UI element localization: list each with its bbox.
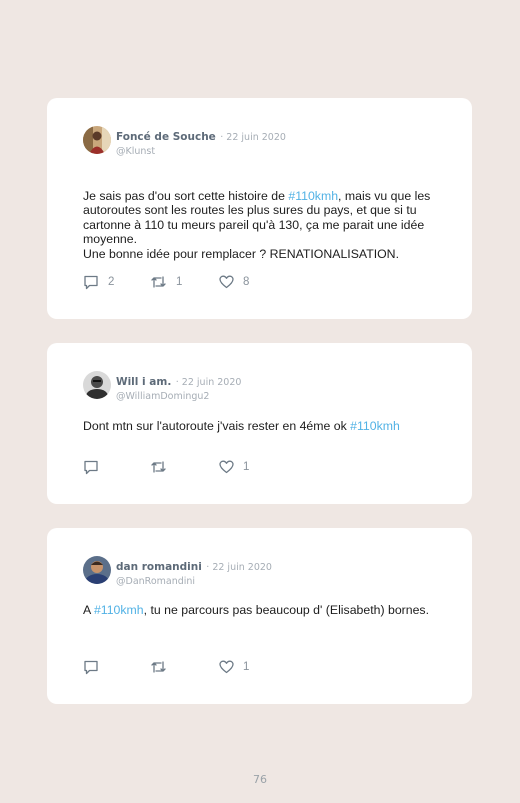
reply-button[interactable]: [83, 459, 108, 475]
tweet-text: A #110kmh, tu ne parcours pas beaucoup d…: [83, 603, 436, 618]
retweet-icon: [151, 461, 166, 473]
author-name[interactable]: Will i am.: [116, 376, 171, 388]
heart-icon: [219, 460, 234, 474]
hashtag-link[interactable]: #110kmh: [94, 603, 144, 617]
page-number: 76: [253, 773, 267, 786]
tweet-date[interactable]: · 22 juin 2020: [220, 132, 286, 143]
text-segment: A: [83, 603, 94, 617]
like-count: 1: [243, 661, 250, 673]
author-name[interactable]: Foncé de Souche: [116, 131, 216, 143]
tweet-date[interactable]: · 22 juin 2020: [206, 562, 272, 573]
text-segment: , tu ne parcours pas beaucoup d' (Elisab…: [143, 603, 429, 617]
like-button[interactable]: 1: [219, 659, 249, 675]
retweet-button[interactable]: [150, 459, 176, 475]
author-handle[interactable]: @WilliamDomingu2: [116, 391, 241, 402]
tweet-card: Will i am. · 22 juin 2020 @WilliamDoming…: [47, 343, 472, 504]
tweet-text: Je sais pas d'ou sort cette histoire de …: [83, 174, 436, 261]
reply-button[interactable]: 2: [83, 274, 114, 290]
tweet-card: dan romandini · 22 juin 2020 @DanRomandi…: [47, 528, 472, 704]
retweet-button[interactable]: 1: [150, 274, 182, 290]
author-handle[interactable]: @DanRomandini: [116, 576, 272, 587]
like-count: 1: [243, 461, 250, 473]
hashtag-link[interactable]: #110kmh: [288, 189, 338, 203]
retweet-icon: [151, 276, 166, 288]
author-name[interactable]: dan romandini: [116, 561, 202, 573]
like-button[interactable]: 1: [219, 459, 249, 475]
text-segment: Je sais pas d'ou sort cette histoire de: [83, 188, 289, 203]
reply-button[interactable]: [83, 659, 108, 675]
like-count: 8: [243, 276, 250, 288]
hashtag-link[interactable]: #110kmh: [350, 419, 400, 433]
avatar[interactable]: [83, 371, 111, 399]
author-handle[interactable]: @Klunst: [116, 146, 286, 157]
heart-icon: [219, 275, 234, 289]
avatar[interactable]: [83, 556, 111, 584]
retweet-count: 1: [176, 276, 183, 288]
tweet-card: Foncé de Souche · 22 juin 2020 @Klunst J…: [47, 98, 472, 319]
tweet-text: Dont mtn sur l'autoroute j'vais rester e…: [83, 419, 436, 434]
reply-count: 2: [108, 276, 115, 288]
retweet-button[interactable]: [150, 659, 176, 675]
avatar[interactable]: [83, 126, 111, 154]
tweet-date[interactable]: · 22 juin 2020: [176, 377, 242, 388]
speech-bubble-icon: [84, 460, 98, 474]
speech-bubble-icon: [84, 660, 98, 674]
heart-icon: [219, 660, 234, 674]
text-segment: Dont mtn sur l'autoroute j'vais rester e…: [83, 419, 351, 433]
speech-bubble-icon: [84, 275, 98, 289]
retweet-icon: [151, 661, 166, 673]
like-button[interactable]: 8: [219, 274, 249, 290]
